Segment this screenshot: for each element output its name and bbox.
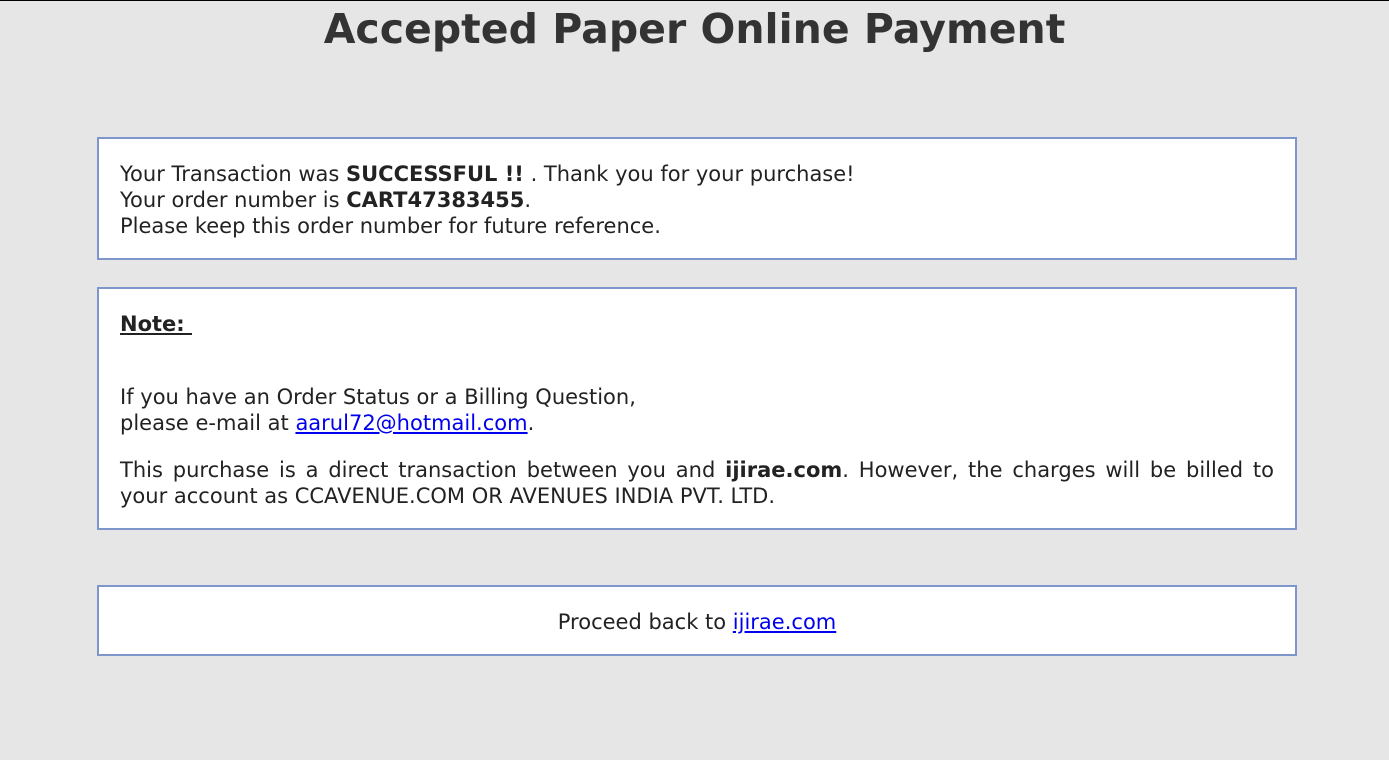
proceed-box: Proceed back to ijirae.com — [97, 585, 1297, 656]
transaction-status-suffix: . Thank you for your purchase! — [523, 162, 855, 186]
order-number-value: CART47383455 — [346, 188, 525, 212]
email-prefix: please e-mail at — [120, 411, 296, 435]
transaction-status-line: Your Transaction was SUCCESSFUL !! . Tha… — [120, 161, 1274, 187]
order-reference-note: Please keep this order number for future… — [120, 214, 661, 238]
proceed-prefix: Proceed back to — [557, 610, 733, 634]
merchant-name: ijirae.com — [725, 458, 843, 482]
transaction-status-prefix: Your Transaction was — [120, 162, 346, 186]
order-number-prefix: Your order number is — [120, 188, 347, 212]
support-email-link[interactable]: aarul72@hotmail.com — [295, 411, 527, 435]
purchase-disclaimer-prefix: This purchase is a direct transaction be… — [120, 458, 726, 482]
note-heading: Note: — [120, 312, 192, 336]
transaction-status-box: Your Transaction was SUCCESSFUL !! . Tha… — [97, 137, 1297, 260]
email-line: please e-mail at aarul72@hotmail.com. — [120, 410, 1274, 436]
proceed-back-link[interactable]: ijirae.com — [733, 610, 836, 634]
billing-question-paragraph: If you have an Order Status or a Billing… — [120, 384, 1274, 436]
page-title: Accepted Paper Online Payment — [323, 5, 1066, 53]
note-box: Note: If you have an Order Status or a B… — [97, 287, 1297, 530]
transaction-status-value: SUCCESSFUL !! — [345, 162, 524, 186]
email-suffix: . — [527, 411, 535, 435]
billing-question-line: If you have an Order Status or a Billing… — [120, 385, 636, 409]
order-number-suffix: . — [524, 188, 532, 212]
order-number-line: Your order number is CART47383455. — [120, 187, 1274, 213]
purchase-disclaimer-paragraph: This purchase is a direct transaction be… — [120, 457, 1274, 509]
